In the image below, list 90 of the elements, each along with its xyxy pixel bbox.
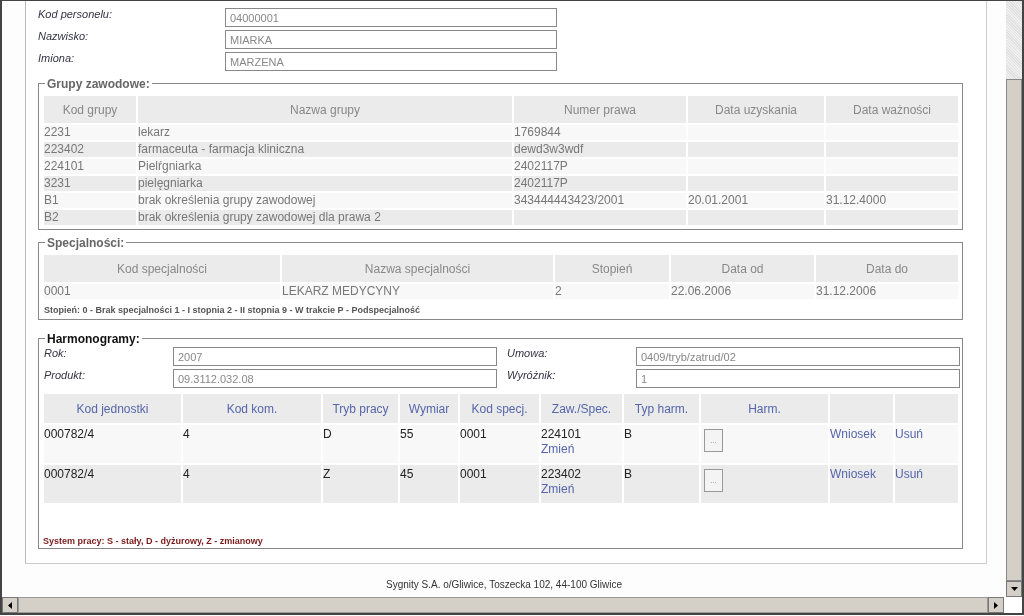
column-header: Nazwa specjalności — [282, 255, 553, 282]
column-header: Tryb pracy — [323, 394, 398, 423]
input-field[interactable]: 2007 — [173, 347, 497, 366]
schedule-button[interactable]: ... — [704, 429, 723, 452]
table-cell: B — [624, 465, 699, 503]
table-cell: lekarz — [138, 125, 512, 140]
change-link[interactable]: Zmień — [541, 482, 575, 497]
column-header: Nazwa grupy — [138, 96, 512, 123]
right-arrow-icon — [994, 601, 998, 609]
table-cell: 343444443423/2001 — [514, 193, 686, 208]
table-cell: B1 — [44, 193, 136, 208]
footer-text: Sygnity S.A. o/Gliwice, Toszecka 102, 44-100 Gliwice — [384, 579, 623, 590]
table-cell: Z — [323, 465, 398, 503]
table-cell: 224101 — [541, 427, 582, 442]
table-cell: 3231 — [44, 176, 136, 191]
input-field[interactable]: MIARKA — [225, 30, 557, 49]
column-header: Data ważności — [826, 96, 958, 123]
column-header: Kod kom. — [183, 394, 321, 423]
field-label: Wyróżnik: — [507, 369, 557, 383]
delete-link[interactable]: Usuń — [895, 427, 923, 441]
field-label: Rok: — [44, 347, 68, 361]
table-cell: 2402117P — [514, 176, 686, 191]
field-label: Produkt: — [44, 369, 86, 383]
table-cell: dewd3w3wdf — [514, 142, 686, 157]
column-header: Typ harm. — [624, 394, 699, 423]
table-cell: 4 — [183, 425, 321, 463]
input-field[interactable]: 09.3112.032.08 — [173, 369, 497, 388]
column-header: Kod grupy — [44, 96, 136, 123]
input-field[interactable]: 04000001 — [225, 8, 557, 27]
table-cell: 2 — [555, 284, 669, 299]
table-cell: pielęgniarka — [138, 176, 512, 191]
table-cell: brak określenia grupy zawodowej dla prawa 2 — [138, 210, 512, 225]
column-header: Numer prawa — [514, 96, 686, 123]
schedule-button[interactable]: ... — [704, 469, 723, 492]
table-cell: B — [624, 425, 699, 463]
table-cell: 20.01.2001 — [688, 193, 824, 208]
table-cell: 1769844 — [514, 125, 686, 140]
fieldset-legend: Harmonogramy: — [45, 332, 142, 346]
scrollbar-thumb[interactable] — [1006, 79, 1022, 581]
input-field[interactable]: MARZENA — [225, 52, 557, 71]
table-cell: 0001 — [460, 425, 539, 463]
change-link[interactable]: Zmień — [541, 442, 575, 457]
table-cell: LEKARZ MEDYCYNY — [282, 284, 553, 299]
column-header: Kod jednostki — [44, 394, 181, 423]
input-field[interactable]: 0409/tryb/zatrud/02 — [636, 347, 960, 366]
table-cell: 224101 — [44, 159, 136, 174]
column-header: Kod specjalności — [44, 255, 280, 282]
table-cell: B2 — [44, 210, 136, 225]
table-cell: 000782/4 — [44, 465, 181, 503]
scroll-down-button[interactable] — [1006, 581, 1022, 597]
table-cell: 22.06.2006 — [671, 284, 814, 299]
column-header: Stopień — [555, 255, 669, 282]
scroll-left-button[interactable] — [2, 597, 18, 613]
table-cell: 31.12.4000 — [826, 193, 958, 208]
field-label: Imiona: — [38, 52, 76, 64]
table-cell: 223402 — [541, 467, 582, 482]
table-cell: 000782/4 — [44, 425, 181, 463]
column-header: Zaw./Spec. — [541, 394, 622, 423]
table-cell: 55 — [400, 425, 458, 463]
table-cell: brak określenia grupy zawodowej — [138, 193, 512, 208]
table-cell: 223402 — [44, 142, 136, 157]
column-header: Data od — [671, 255, 814, 282]
table-cell: 0001 — [460, 465, 539, 503]
scrollbar-thumb[interactable] — [18, 597, 988, 613]
down-arrow-icon — [1010, 587, 1018, 591]
table-cell: 2402117P — [514, 159, 686, 174]
table-cell: D — [323, 425, 398, 463]
field-label: Kod personelu: — [38, 8, 113, 20]
delete-link[interactable]: Usuń — [895, 467, 923, 481]
table-cell: Pielŕgniarka — [138, 159, 512, 174]
table-cell: 45 — [400, 465, 458, 503]
column-header: Data do — [816, 255, 958, 282]
table-cell: 2231 — [44, 125, 136, 140]
fieldset-legend: Grupy zawodowe: — [45, 77, 152, 91]
column-header: Data uzyskania — [688, 96, 824, 123]
field-label: Nazwisko: — [38, 30, 90, 42]
input-field[interactable]: 1 — [636, 369, 960, 388]
table-cell: 4 — [183, 465, 321, 503]
column-header: Harm. — [701, 394, 828, 423]
fieldset-legend: Specjalności: — [45, 236, 127, 250]
column-header: Wymiar — [400, 394, 458, 423]
column-header: Kod specj. — [460, 394, 539, 423]
field-label: Umowa: — [507, 347, 549, 361]
legend-text: Stopień: 0 - Brak specjalności 1 - I stopnia 2 - II stopnia 9 - W trakcie P - Podspecjalność — [44, 305, 421, 315]
legend-text: System pracy: S - stały, D - dyżurowy, Z - zmianowy — [43, 536, 263, 546]
scroll-right-button[interactable] — [988, 597, 1004, 613]
table-cell: farmaceuta - farmacja kliniczna — [138, 142, 512, 157]
table-cell: 31.12.2006 — [816, 284, 958, 299]
table-cell: 0001 — [44, 284, 280, 299]
left-arrow-icon — [8, 601, 12, 609]
